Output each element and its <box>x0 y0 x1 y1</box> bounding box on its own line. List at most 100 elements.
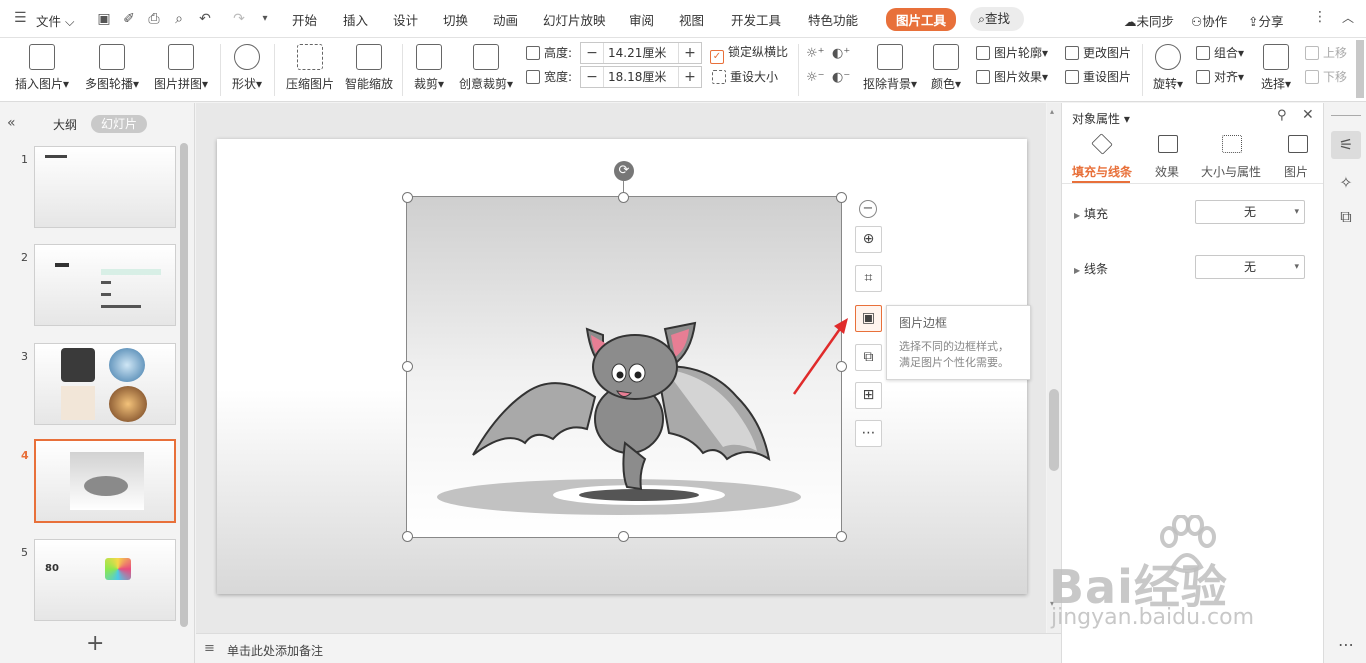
multi-outline-button[interactable]: 多图轮播▾ <box>80 42 144 98</box>
rotate-handle-icon[interactable]: ⟳ <box>614 161 634 181</box>
shape-button[interactable]: 形状▾ <box>226 42 268 98</box>
slide-thumbnail-4[interactable] <box>34 439 176 523</box>
change-pic-button[interactable]: 更改图片 <box>1065 43 1131 63</box>
undo-icon[interactable]: ↶ <box>196 10 214 28</box>
creative-crop-button[interactable]: 创意裁剪▾ <box>456 42 516 98</box>
slide-thumbnail-1[interactable] <box>34 146 176 228</box>
panel-title[interactable]: 对象属性 ▾ <box>1072 110 1130 127</box>
customize-qat-icon[interactable]: ▾ <box>256 10 274 28</box>
plus-icon[interactable]: + <box>679 45 701 61</box>
collapse-panel-icon[interactable]: « <box>7 115 16 131</box>
bring-up-button[interactable]: 上移 <box>1305 43 1347 63</box>
select-button[interactable]: 选择▾ <box>1256 42 1296 98</box>
more-vertical-icon[interactable]: ⋮ <box>1313 9 1327 25</box>
pic-effect-button[interactable]: 图片效果▾ <box>976 67 1048 87</box>
replace-picture-button[interactable]: ⧉ <box>855 344 882 371</box>
lock-ratio-checkbox[interactable]: ✓ 锁定纵横比 <box>710 42 788 64</box>
minus-icon[interactable]: − <box>581 45 603 61</box>
properties-icon[interactable]: ⚟ <box>1331 131 1361 159</box>
scroll-thumb[interactable] <box>1049 389 1059 471</box>
pin-sidebar-icon[interactable]: ✧ <box>1331 169 1361 197</box>
line-section[interactable]: ▶ 线条 <box>1074 260 1108 277</box>
remove-bg-button[interactable]: 抠除背景▾ <box>860 42 920 98</box>
resize-handle-tl[interactable] <box>402 192 413 203</box>
save-icon[interactable]: ▣ <box>95 10 113 28</box>
tab-design[interactable]: 设计 <box>393 10 418 29</box>
tab-effect[interactable]: 效果 <box>1155 163 1179 180</box>
align-button[interactable]: 对齐▾ <box>1196 67 1244 87</box>
redo-icon[interactable]: ↷ <box>230 10 248 28</box>
scroll-up-icon[interactable]: ▴ <box>1050 107 1054 116</box>
collab-button[interactable]: ⚇协作 <box>1191 11 1227 30</box>
rotate-button[interactable]: 旋转▾ <box>1148 42 1188 98</box>
share-button[interactable]: ⇪分享 <box>1248 11 1284 30</box>
print-preview-icon[interactable]: ⌕ <box>170 10 188 28</box>
picture-settings-button[interactable]: ⊞ <box>855 382 882 409</box>
format-painter-icon[interactable]: ✐ <box>120 10 138 28</box>
tab-slideshow[interactable]: 幻灯片放映 <box>543 10 606 29</box>
crop-button[interactable]: 裁剪▾ <box>410 42 448 98</box>
collapse-ribbon-icon[interactable]: ︿ <box>1342 9 1354 26</box>
height-stepper[interactable]: −14.21厘米 + <box>580 42 702 64</box>
resize-handle-b[interactable] <box>618 531 629 542</box>
tab-picture-tools[interactable]: 图片工具 <box>886 8 957 31</box>
width-stepper[interactable]: −18.18厘米 + <box>580 66 702 88</box>
pic-outline-button[interactable]: 图片轮廓▾ <box>976 43 1048 63</box>
tab-special[interactable]: 特色功能 <box>808 10 858 29</box>
tab-transition[interactable]: 切换 <box>443 10 468 29</box>
sync-button[interactable]: ☁未同步 <box>1124 11 1174 30</box>
notes-bar[interactable]: ≡ 单击此处添加备注 <box>196 633 1061 663</box>
plus-icon[interactable]: + <box>679 69 701 85</box>
tab-picture[interactable]: 图片 <box>1284 163 1308 180</box>
smart-zoom-button[interactable]: 智能缩放 <box>342 42 396 98</box>
minus-icon[interactable]: − <box>581 69 603 85</box>
zoom-in-button[interactable]: ⊕ <box>855 226 882 253</box>
tab-insert[interactable]: 插入 <box>343 10 368 29</box>
contrast-down-icon[interactable]: ◐⁻ <box>832 70 850 85</box>
brightness-down-icon[interactable]: ☼⁻ <box>806 70 825 85</box>
group-button[interactable]: 组合▾ <box>1196 43 1244 63</box>
slides-scrollbar[interactable] <box>180 143 188 627</box>
resize-handle-tr[interactable] <box>836 192 847 203</box>
collapse-toolbar-icon[interactable]: − <box>859 200 877 218</box>
add-slide-icon[interactable]: + <box>86 631 104 656</box>
hamburger-icon[interactable]: ☰ <box>14 10 27 26</box>
print-icon[interactable]: ⎙ <box>145 10 163 28</box>
slide-thumbnail-5[interactable]: 80 <box>34 539 176 621</box>
line-dropdown[interactable]: 无 ▾ <box>1195 255 1305 279</box>
fill-dropdown[interactable]: 无 ▾ <box>1195 200 1305 224</box>
tab-home[interactable]: 开始 <box>292 10 317 29</box>
tab-developer[interactable]: 开发工具 <box>731 10 781 29</box>
close-icon[interactable]: ✕ <box>1302 107 1314 123</box>
tab-review[interactable]: 审阅 <box>629 10 654 29</box>
tab-fill-line[interactable]: 填充与线条 <box>1072 163 1132 180</box>
tab-animation[interactable]: 动画 <box>493 10 518 29</box>
slides-tab[interactable]: 幻灯片 <box>91 115 147 133</box>
slides-transition-icon[interactable]: ⧉ <box>1331 203 1361 231</box>
reset-size-button[interactable]: 重设大小 <box>712 67 778 87</box>
resize-handle-bl[interactable] <box>402 531 413 542</box>
collage-button[interactable]: 图片拼图▾ <box>150 42 212 98</box>
contrast-up-icon[interactable]: ◐⁺ <box>832 46 850 61</box>
color-button[interactable]: 颜色▾ <box>926 42 966 98</box>
outline-tab[interactable]: 大纲 <box>53 116 77 133</box>
resize-handle-br[interactable] <box>836 531 847 542</box>
ribbon-scrollbar[interactable] <box>1356 40 1364 98</box>
tab-view[interactable]: 视图 <box>679 10 704 29</box>
crop-float-button[interactable]: ⌗ <box>855 265 882 292</box>
resize-handle-t[interactable] <box>618 192 629 203</box>
picture-border-button[interactable]: ▣ <box>855 305 882 332</box>
reset-pic-button[interactable]: 重设图片 <box>1065 67 1131 87</box>
more-horizontal-icon[interactable]: ⋯ <box>1331 631 1361 659</box>
search-box[interactable]: ⌕查找 <box>970 7 1024 31</box>
compress-button[interactable]: 压缩图片 <box>283 42 337 98</box>
bat-picture[interactable] <box>406 196 842 538</box>
more-options-button[interactable]: ⋯ <box>855 420 882 447</box>
height-input[interactable]: 14.21厘米 <box>603 43 679 63</box>
tab-size-properties[interactable]: 大小与属性 <box>1201 163 1261 180</box>
pin-icon[interactable]: ⚲ <box>1277 108 1287 123</box>
width-input[interactable]: 18.18厘米 <box>603 67 679 87</box>
insert-picture-button[interactable]: 插入图片▾ <box>10 42 74 98</box>
slide-thumbnail-2[interactable] <box>34 244 176 326</box>
resize-handle-l[interactable] <box>402 361 413 372</box>
